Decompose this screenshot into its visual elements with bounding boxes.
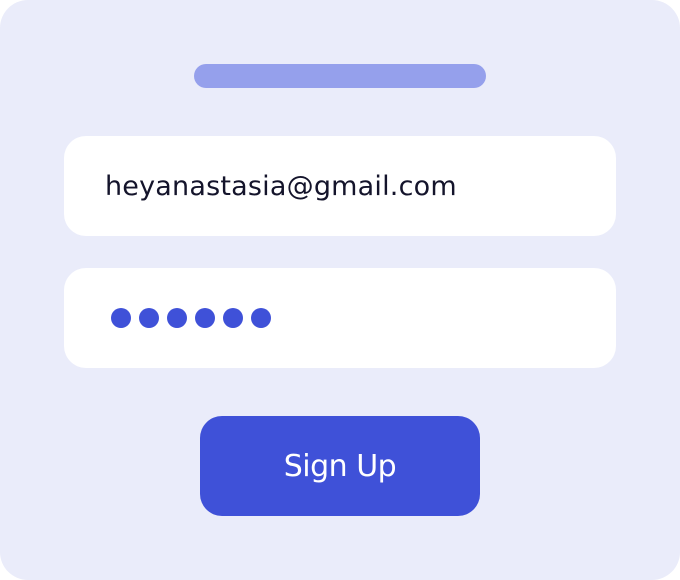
signup-card: heyanastasia@gmail.com Sign Up [0, 0, 680, 580]
password-mask [111, 308, 271, 328]
title-placeholder-bar [194, 64, 486, 88]
sign-up-button[interactable]: Sign Up [200, 416, 480, 516]
password-field[interactable] [64, 268, 616, 368]
password-dot [111, 308, 131, 328]
password-dot [139, 308, 159, 328]
password-dot [251, 308, 271, 328]
password-dot [195, 308, 215, 328]
password-dot [223, 308, 243, 328]
email-field[interactable]: heyanastasia@gmail.com [64, 136, 616, 236]
email-value: heyanastasia@gmail.com [105, 171, 457, 202]
password-dot [167, 308, 187, 328]
